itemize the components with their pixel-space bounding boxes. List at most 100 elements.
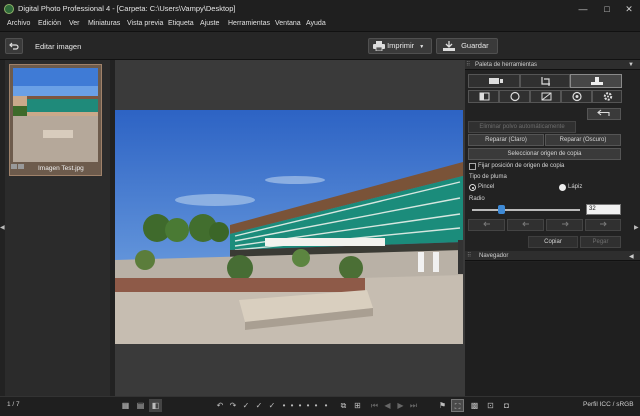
print-dropdown-icon[interactable]: ▼ (419, 44, 424, 50)
arrow-left-icon (521, 221, 529, 227)
menu-ayuda[interactable]: Ayuda (306, 20, 326, 27)
afpoint-icon[interactable]: ⊞ (351, 399, 364, 412)
first-image-icon[interactable]: ⏮ (368, 399, 381, 412)
pen-type-label: Tipo de pluma (469, 174, 507, 180)
rating-dot-1-icon[interactable]: • (280, 399, 288, 412)
radius-slider-thumb[interactable] (498, 205, 505, 214)
menu-herramientas[interactable]: Herramientas (228, 20, 270, 27)
select-source-button[interactable]: Seleccionar origen de copia (468, 148, 621, 160)
menu-ventana[interactable]: Ventana (275, 20, 301, 27)
navigator-collapse-icon[interactable]: ◀ (629, 253, 634, 260)
menu-ajuste[interactable]: Ajuste (200, 20, 219, 27)
tab-settings[interactable] (592, 90, 622, 103)
histogram-icon (479, 92, 490, 101)
histogram-view-icon[interactable]: ▩ (468, 399, 481, 412)
tab-crop[interactable] (520, 74, 570, 88)
radius-label: Radio (469, 196, 485, 202)
save-icon (443, 41, 455, 52)
print-button[interactable]: Imprimir ▼ (368, 38, 432, 54)
radius-value: 32 (589, 206, 596, 212)
palette-title: Paleta de herramientas (475, 62, 538, 68)
main-photo[interactable] (115, 110, 463, 344)
minimize-button[interactable]: — (576, 3, 590, 15)
rating-dot-2-icon[interactable]: • (288, 399, 296, 412)
rating-dot-3-icon[interactable]: • (296, 399, 304, 412)
rotate-right-icon[interactable]: ↷ (227, 399, 239, 412)
menu-ver[interactable]: Ver (69, 20, 80, 27)
last-image-icon[interactable]: ⏭ (407, 399, 420, 412)
radius-input[interactable]: 32 (586, 204, 621, 215)
menu-archivo[interactable]: Archivo (7, 20, 30, 27)
navigator-view[interactable] (465, 262, 640, 396)
left-collapse-icon[interactable]: ◀ (0, 224, 5, 231)
gear-icon (603, 92, 613, 101)
status-bar (0, 396, 640, 416)
tab-lens[interactable] (561, 90, 592, 103)
filmstrip-view-icon[interactable]: ▤ (134, 399, 147, 412)
repair-light-button[interactable]: Reparar (Claro) (468, 134, 544, 146)
image-counter: 1 / 7 (7, 401, 20, 408)
prev-image-icon[interactable]: ◀ (381, 399, 394, 412)
rating-dot-5-icon[interactable]: • (312, 399, 320, 412)
edit-view-icon[interactable]: ◧ (149, 399, 162, 412)
arrow-left-end-icon (482, 221, 490, 227)
paste-button[interactable]: Pegar (580, 236, 621, 248)
color-profile: Perfil ICC / sRGB (583, 401, 634, 408)
brush-label: Pincel (478, 184, 495, 190)
pencil-radio[interactable] (559, 184, 566, 191)
repair-dark-button[interactable]: Reparar (Oscuro) (545, 134, 621, 146)
main-toolbar: Editar imagen Imprimir ▼ Guardar (0, 32, 640, 60)
rating-dot-4-icon[interactable]: • (304, 399, 312, 412)
check-mark-2-icon[interactable]: ✓ (253, 399, 265, 412)
navigator-header[interactable]: ⠿ Navegador ◀ (465, 251, 640, 261)
menu-vista-previa[interactable]: Vista previa (127, 20, 163, 27)
palette-menu-icon[interactable]: ▼ (628, 62, 634, 68)
undo-button[interactable] (587, 108, 621, 120)
camera-icon[interactable]: ◘ (500, 399, 513, 412)
tab-raw[interactable] (468, 74, 520, 88)
compare-icon[interactable]: ⧉ (337, 399, 350, 412)
menu-etiqueta[interactable]: Etiqueta (168, 20, 194, 27)
app-icon (4, 4, 14, 14)
navigator-title: Navegador (479, 252, 509, 259)
palette-header[interactable]: Paleta de herramientas (465, 60, 640, 70)
menu-miniaturas[interactable]: Miniaturas (88, 20, 120, 27)
nav-prev-button[interactable] (507, 219, 544, 231)
nav-first-button[interactable] (468, 219, 505, 231)
save-label: Guardar (461, 41, 489, 50)
arrow-right-end-icon (600, 221, 607, 227)
pencil-label: Lápiz (568, 184, 583, 190)
brush-radio[interactable] (469, 184, 476, 191)
menu-edicion[interactable]: Edición (38, 20, 61, 27)
radius-slider-track[interactable] (472, 209, 580, 211)
next-image-icon[interactable]: ▶ (394, 399, 407, 412)
tab-color[interactable] (499, 90, 530, 103)
fix-position-checkbox[interactable] (469, 163, 476, 170)
grid-view-icon[interactable]: ▦ (119, 399, 132, 412)
fit-view-icon[interactable]: ⛶ (451, 399, 464, 412)
close-button[interactable]: ✕ (622, 3, 636, 15)
check-mark-1-icon[interactable]: ✓ (240, 399, 252, 412)
auto-dust-button[interactable]: Eliminar polvo automáticamente (468, 121, 576, 133)
zoom-icon[interactable]: ⊡ (484, 399, 497, 412)
lens-icon (572, 91, 582, 102)
curve-icon (541, 92, 552, 101)
title-bar: Digital Photo Professional 4 - [Carpeta:… (0, 0, 640, 18)
palette-grip-icon[interactable]: ⠿ (466, 61, 470, 68)
save-button[interactable]: Guardar (436, 38, 498, 54)
tab-histogram[interactable] (468, 90, 499, 103)
tab-stamp[interactable] (570, 74, 622, 88)
right-collapse-icon[interactable]: ▶ (634, 224, 639, 231)
back-button[interactable] (5, 38, 23, 54)
check-mark-3-icon[interactable]: ✓ (266, 399, 278, 412)
thumbnail-card[interactable]: Imagen Test.jpg (9, 64, 102, 176)
rating-dot-6-icon[interactable]: • (322, 399, 330, 412)
copy-button[interactable]: Copiar (528, 236, 578, 248)
flag-icon[interactable]: ⚑ (436, 399, 449, 412)
nav-next-button[interactable] (546, 219, 583, 231)
navigator-grip-icon: ⠿ (467, 253, 472, 259)
rotate-left-icon[interactable]: ↶ (214, 399, 226, 412)
tab-curve[interactable] (530, 90, 561, 103)
nav-last-button[interactable] (585, 219, 621, 231)
maximize-button[interactable]: □ (600, 3, 614, 15)
